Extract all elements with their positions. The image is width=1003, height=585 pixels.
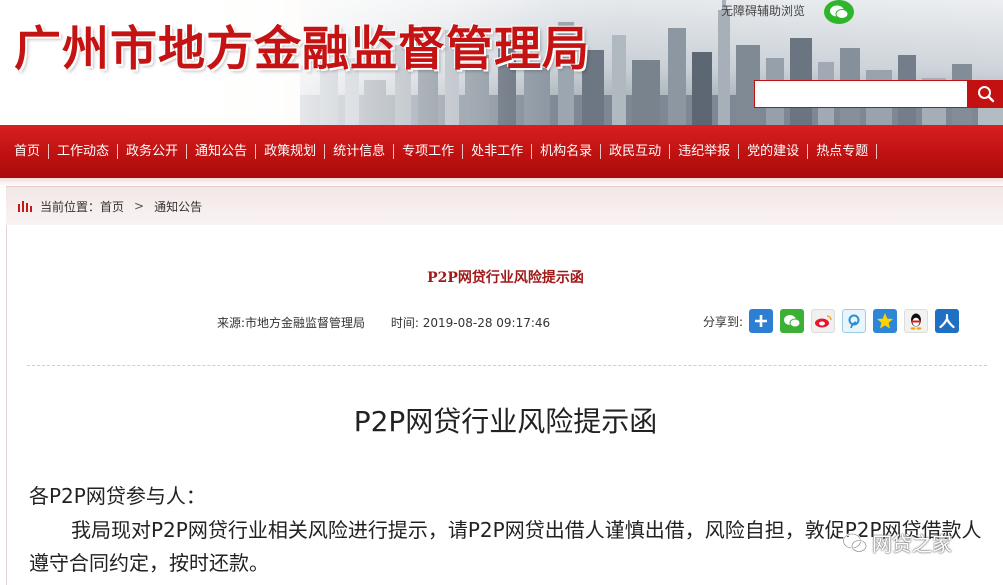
wechat-icon[interactable] (824, 0, 854, 24)
wechat-share-icon[interactable] (780, 309, 805, 333)
nav-item-notices[interactable]: 通知公告 (187, 144, 257, 159)
nav-item-institutions[interactable]: 机构名录 (532, 144, 602, 159)
breadcrumb-notices[interactable]: 通知公告 (154, 198, 202, 215)
article-time: 时间: 2019-08-28 09:17:46 (390, 316, 551, 330)
nav-item-party[interactable]: 党的建设 (739, 144, 809, 159)
document-title: P2P网贷行业风险提示函 (353, 405, 658, 438)
nav-shadow (0, 178, 1003, 186)
breadcrumb: 当前位置： 首页 > 通知公告 (6, 186, 1003, 225)
search-button[interactable] (968, 80, 1003, 108)
watermark-text: 网贷之家 (872, 532, 952, 556)
nav-item-gov-affairs[interactable]: 政务公开 (118, 144, 188, 159)
nav-item-illegal-fundraising[interactable]: 处非工作 (463, 144, 533, 159)
nav-item-report[interactable]: 违纪举报 (670, 144, 740, 159)
share-label: 分享到: (703, 314, 744, 329)
wechat-watermark-icon (842, 532, 867, 552)
nav-item-interaction[interactable]: 政民互动 (601, 144, 671, 159)
renren-icon[interactable] (935, 309, 960, 333)
article-source: 来源:市地方金融监督管理局 (217, 316, 366, 330)
nav-item-policy[interactable]: 政策规划 (256, 144, 326, 159)
header-banner: 广州市地方金融监督管理局 无障碍辅助浏览 (0, 0, 1003, 125)
bar-chart-icon (18, 200, 32, 212)
article-meta: 来源:市地方金融监督管理局 时间: 2019-08-28 09:17:46 (217, 314, 550, 331)
plus-icon[interactable] (749, 309, 774, 333)
nav-item-special-work[interactable]: 专项工作 (394, 144, 464, 159)
breadcrumb-prefix: 当前位置： (40, 199, 101, 214)
breadcrumb-home[interactable]: 首页 (100, 198, 124, 215)
nav-item-statistics[interactable]: 统计信息 (325, 144, 395, 159)
salutation: 各P2P网贷参与人： (29, 484, 206, 508)
search-icon (977, 86, 994, 103)
tencent-weibo-icon[interactable] (842, 309, 867, 333)
accessibility-link[interactable]: 无障碍辅助浏览 (721, 2, 805, 19)
section-divider (27, 365, 987, 366)
search-input[interactable] (754, 80, 968, 108)
weibo-icon[interactable] (811, 309, 836, 333)
qzone-icon[interactable] (873, 309, 898, 333)
qq-icon[interactable] (904, 309, 929, 333)
share-bar: 分享到: (703, 309, 966, 333)
nav-item-home[interactable]: 首页 (6, 144, 50, 159)
article-title: P2P网贷行业风险提示函 (427, 270, 584, 286)
breadcrumb-separator: > (134, 199, 145, 213)
nav-item-topics[interactable]: 热点专题 (808, 144, 878, 159)
main-nav: 首页 工作动态 政务公开 通知公告 政策规划 统计信息 专项工作 处非工作 机构… (0, 125, 1003, 178)
watermark: 网贷之家 (842, 528, 952, 557)
site-title: 广州市地方金融监督管理局 (14, 22, 590, 77)
nav-item-work-news[interactable]: 工作动态 (49, 144, 119, 159)
